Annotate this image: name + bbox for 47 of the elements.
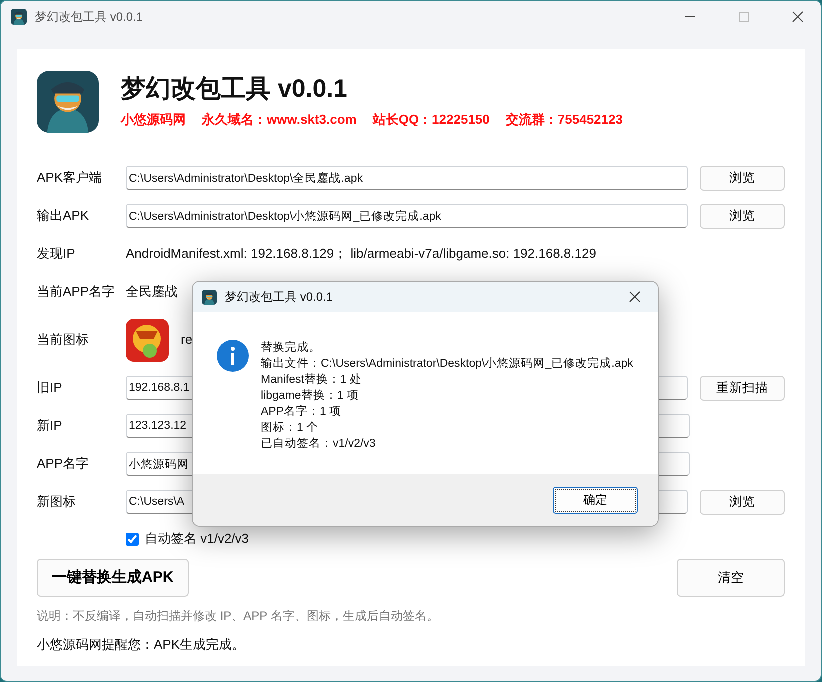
generate-button[interactable]: 一键替换生成APK bbox=[37, 559, 189, 597]
field-label: 当前图标 bbox=[37, 331, 90, 350]
field-label: 发现IP bbox=[37, 245, 76, 264]
info-text: 小悠源码网 bbox=[121, 111, 186, 130]
field-label: 输出APK bbox=[37, 207, 90, 226]
window-title: 梦幻改包工具 v0.0.1 bbox=[35, 9, 144, 26]
info-text: 站长QQ：12225150 bbox=[372, 111, 490, 130]
message-text: 输出文件：C:\Users\Administrator\Desktop\小悠源码网_已修改完成.apk bbox=[261, 356, 634, 372]
app-icon bbox=[202, 290, 217, 304]
game-icon bbox=[126, 318, 169, 362]
action-button[interactable]: 浏览 bbox=[700, 204, 785, 228]
message-text: 图标：1 个 bbox=[261, 420, 320, 436]
field-label: 新图标 bbox=[37, 493, 77, 512]
text-field[interactable]: C:\Users\Administrator\Desktop\全民鏖战.apk bbox=[126, 166, 688, 190]
action-button[interactable]: 浏览 bbox=[700, 490, 785, 514]
app-logo bbox=[37, 71, 99, 133]
info-text: 永久域名：www.skt3.com bbox=[202, 111, 357, 130]
status-text: 小悠源码网提醒您：APK生成完成。 bbox=[37, 636, 246, 654]
message-text: libgame替换：1 项 bbox=[261, 388, 360, 404]
action-button[interactable]: 重新扫描 bbox=[700, 376, 785, 400]
dialog-title: 梦幻改包工具 v0.0.1 bbox=[225, 289, 334, 306]
close-icon bbox=[629, 291, 641, 303]
maximize-icon bbox=[739, 12, 749, 22]
field-label: 当前APP名字 bbox=[37, 283, 116, 302]
info-text: 交流群：755452123 bbox=[506, 111, 623, 130]
auto-sign-checkbox[interactable] bbox=[126, 532, 139, 546]
field-label: 旧IP bbox=[37, 379, 64, 398]
message-text: 已自动签名：v1/v2/v3 bbox=[261, 436, 377, 452]
value-text: AndroidManifest.xml: 192.168.8.129； lib/armeabi-v7a/libgame.so: 192.168.8.129 bbox=[126, 245, 596, 264]
app-title: 梦幻改包工具 v0.0.1 bbox=[121, 74, 348, 104]
field-label: APP名字 bbox=[37, 455, 90, 474]
close-icon bbox=[792, 11, 804, 23]
clear-button[interactable]: 清空 bbox=[677, 559, 785, 597]
action-button[interactable]: 浏览 bbox=[700, 166, 785, 190]
checkbox-label: 自动签名 v1/v2/v3 bbox=[145, 530, 250, 548]
text-field[interactable]: C:\Users\Administrator\Desktop\小悠源码网_已修改完成.apk bbox=[126, 204, 688, 228]
message-text: Manifest替换：1 处 bbox=[261, 372, 364, 388]
value-text: 全民鏖战 bbox=[126, 283, 178, 302]
message-text: 替换完成。 bbox=[261, 340, 322, 356]
field-label: 新IP bbox=[37, 417, 64, 436]
note-text: 说明：不反编译，自动扫描并修改 IP、APP 名字、图标，生成后自动签名。 bbox=[37, 608, 440, 625]
value-text: re bbox=[181, 331, 193, 350]
ok-button[interactable]: 确定 bbox=[553, 486, 638, 514]
field-label: APK客户端 bbox=[37, 169, 104, 188]
info-icon bbox=[217, 340, 249, 372]
app-icon bbox=[11, 9, 27, 25]
message-text: APP名字：1 项 bbox=[261, 404, 343, 420]
